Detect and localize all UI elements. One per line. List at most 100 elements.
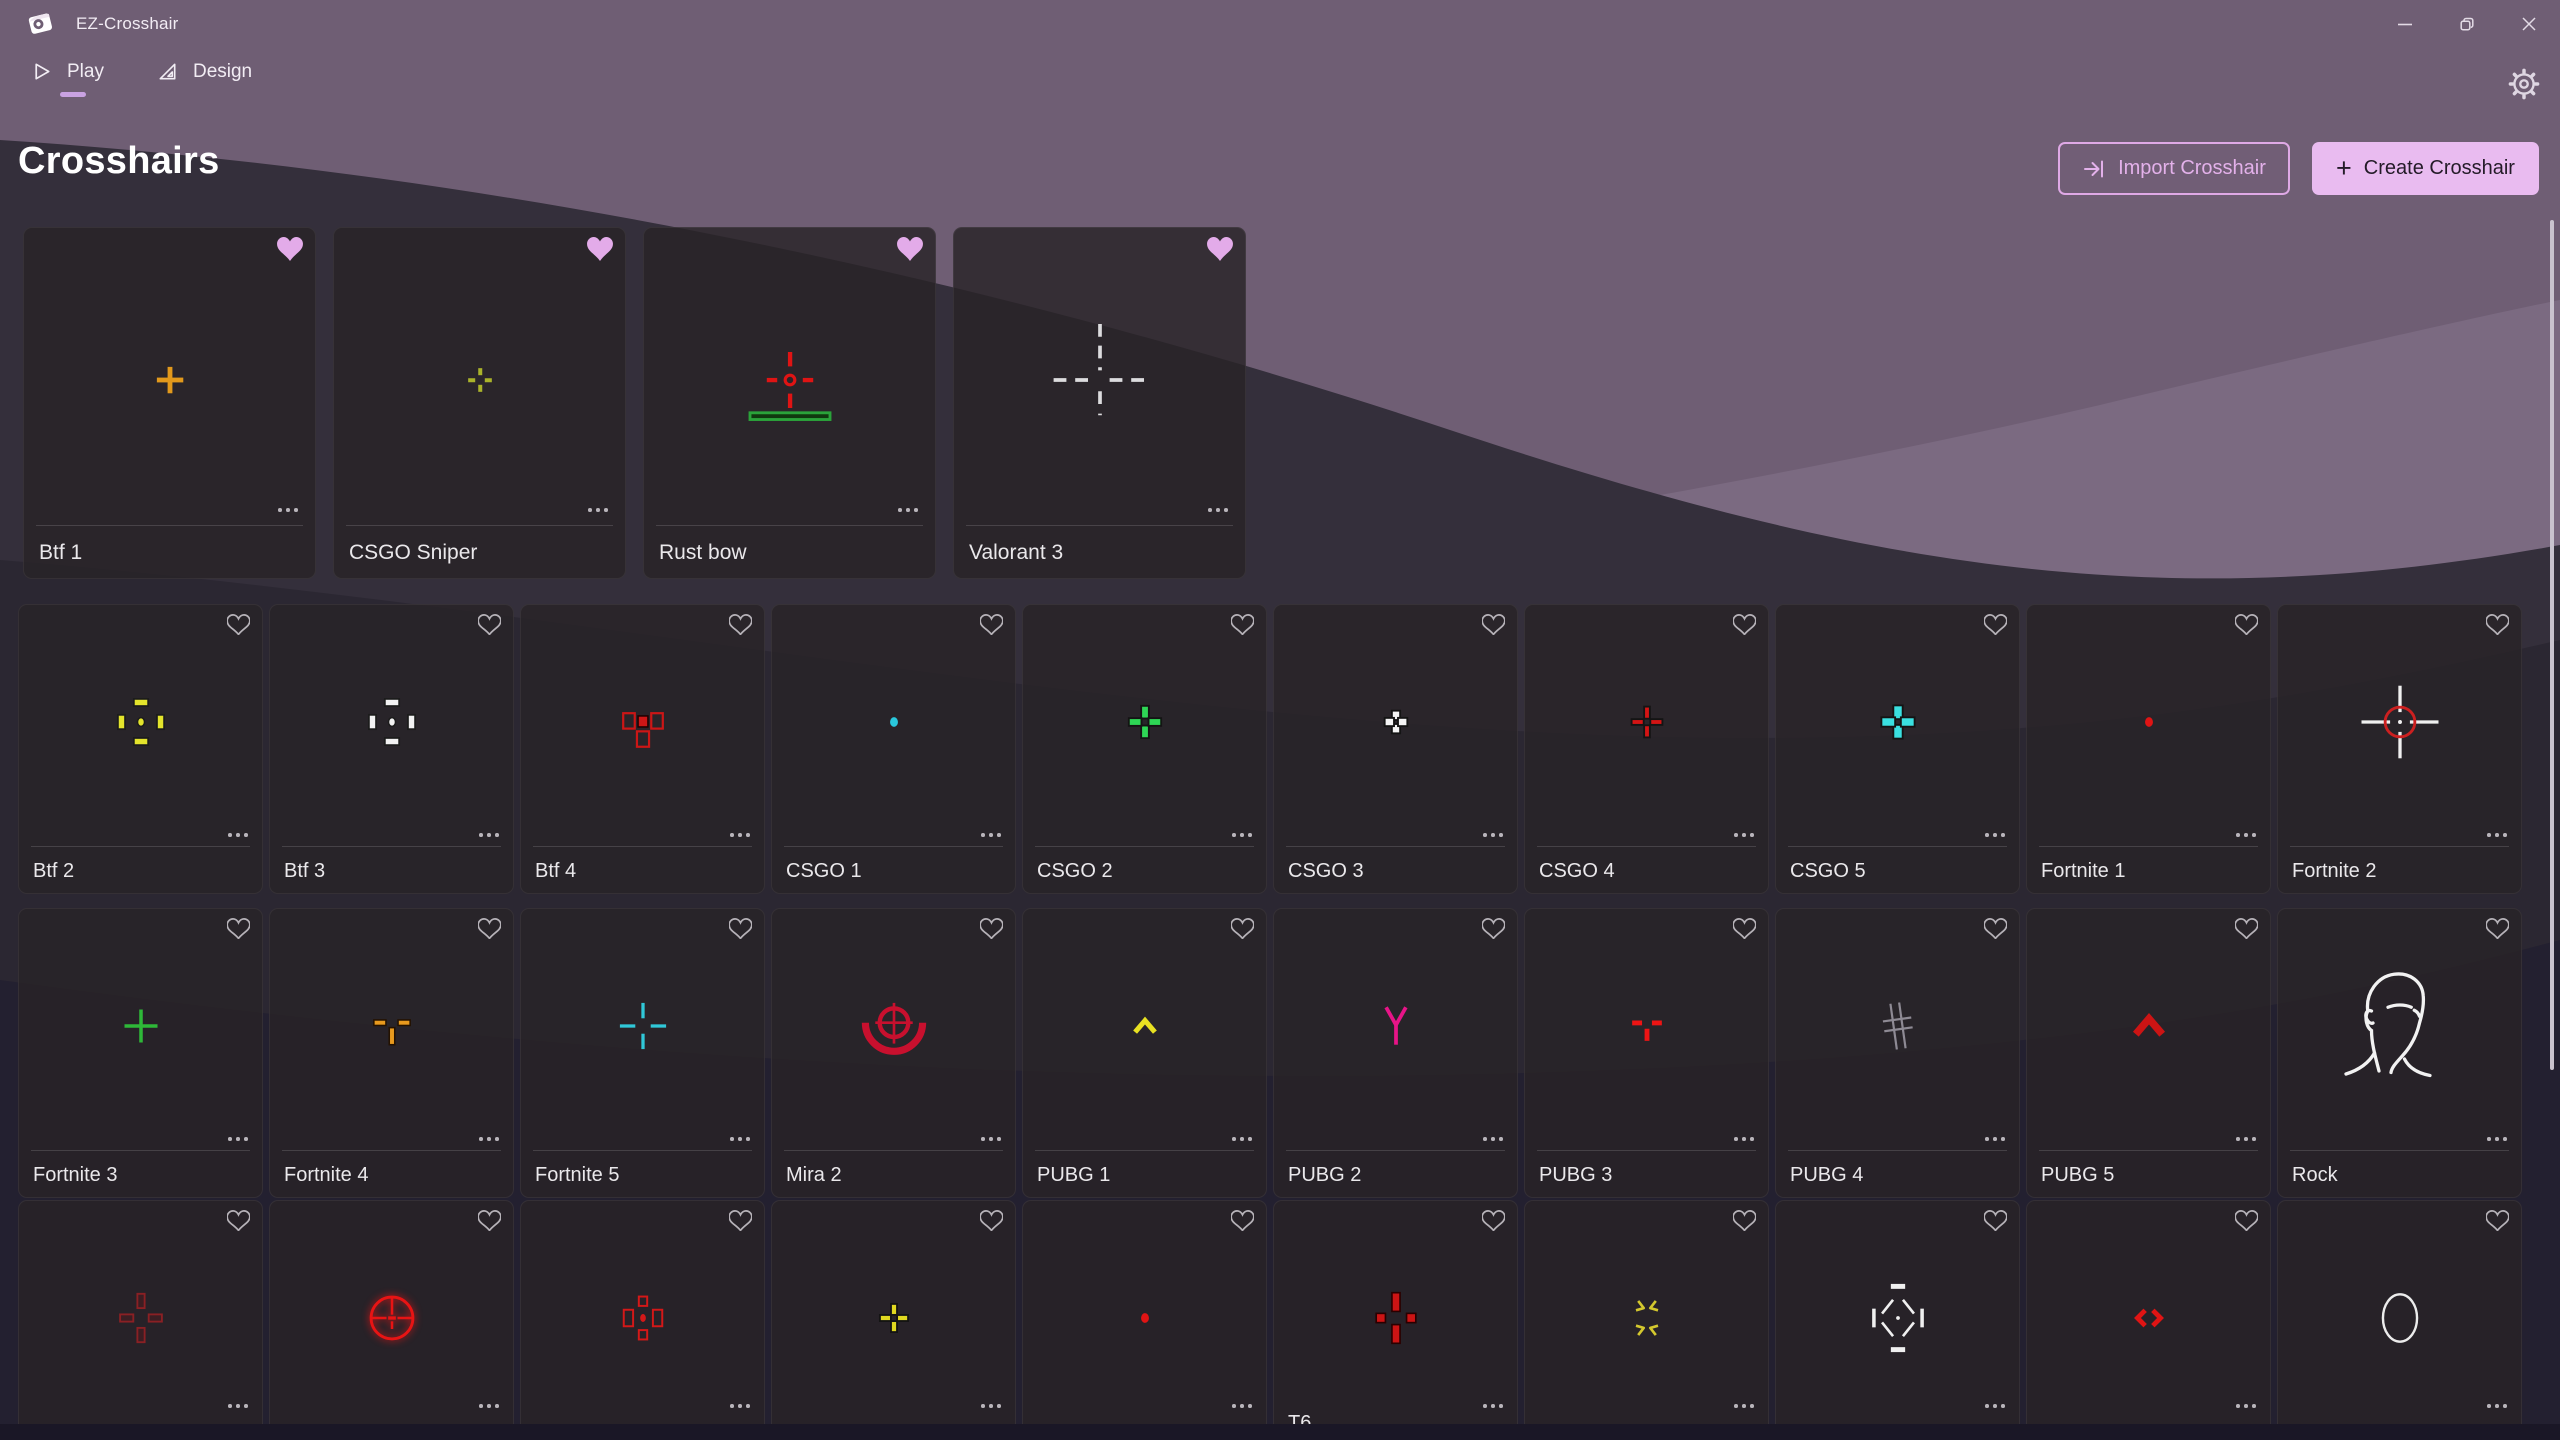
more-options-icon[interactable] <box>981 1137 1001 1141</box>
more-options-icon[interactable] <box>730 1404 750 1408</box>
favorite-heart-outline-icon[interactable] <box>1733 614 1756 640</box>
favorite-heart-outline-icon[interactable] <box>227 918 250 944</box>
more-options-icon[interactable] <box>228 1137 248 1141</box>
favorite-heart-outline-icon[interactable] <box>2235 614 2258 640</box>
crosshair-card[interactable]: Btf 3 <box>269 604 514 894</box>
more-options-icon[interactable] <box>2236 1137 2256 1141</box>
favorite-heart-outline-icon[interactable] <box>1482 1210 1505 1236</box>
crosshair-card[interactable] <box>269 1200 514 1440</box>
crosshair-card[interactable]: Fortnite 2 <box>2277 604 2522 894</box>
favorite-heart-outline-icon[interactable] <box>729 918 752 944</box>
restore-button[interactable] <box>2436 0 2498 48</box>
more-options-icon[interactable] <box>730 833 750 837</box>
favorite-heart-filled-icon[interactable] <box>897 237 923 266</box>
tab-play[interactable]: Play <box>30 60 104 97</box>
crosshair-card[interactable] <box>2277 1200 2522 1440</box>
crosshair-card[interactable] <box>18 1200 263 1440</box>
crosshair-card[interactable] <box>1022 1200 1267 1440</box>
tab-design[interactable]: Design <box>156 60 252 97</box>
crosshair-card[interactable]: PUBG 1 <box>1022 908 1267 1198</box>
more-options-icon[interactable] <box>1208 508 1228 512</box>
more-options-icon[interactable] <box>1734 1137 1754 1141</box>
favorite-heart-outline-icon[interactable] <box>1733 1210 1756 1236</box>
crosshair-card[interactable]: Rock <box>2277 908 2522 1198</box>
favorite-heart-outline-icon[interactable] <box>1231 1210 1254 1236</box>
more-options-icon[interactable] <box>1483 1137 1503 1141</box>
favorite-heart-outline-icon[interactable] <box>729 1210 752 1236</box>
more-options-icon[interactable] <box>1483 833 1503 837</box>
more-options-icon[interactable] <box>2236 1404 2256 1408</box>
settings-gear-icon[interactable] <box>2508 68 2540 105</box>
favorite-heart-outline-icon[interactable] <box>478 614 501 640</box>
crosshair-card[interactable]: PUBG 4 <box>1775 908 2020 1198</box>
favorite-heart-outline-icon[interactable] <box>2486 918 2509 944</box>
more-options-icon[interactable] <box>1232 833 1252 837</box>
crosshair-card[interactable]: Btf 1 <box>23 227 316 579</box>
crosshair-card[interactable]: Fortnite 1 <box>2026 604 2271 894</box>
favorite-heart-outline-icon[interactable] <box>1482 918 1505 944</box>
crosshair-card[interactable]: Valorant 3 <box>953 227 1246 579</box>
more-options-icon[interactable] <box>1734 1404 1754 1408</box>
favorite-heart-outline-icon[interactable] <box>2486 614 2509 640</box>
crosshair-card[interactable]: CSGO 3 <box>1273 604 1518 894</box>
favorite-heart-outline-icon[interactable] <box>1231 614 1254 640</box>
crosshair-card[interactable]: Btf 4 <box>520 604 765 894</box>
minimize-button[interactable] <box>2374 0 2436 48</box>
more-options-icon[interactable] <box>2236 833 2256 837</box>
favorite-heart-outline-icon[interactable] <box>1984 614 2007 640</box>
crosshair-card[interactable]: PUBG 3 <box>1524 908 1769 1198</box>
crosshair-card[interactable]: Btf 2 <box>18 604 263 894</box>
import-crosshair-button[interactable]: Import Crosshair <box>2058 142 2290 195</box>
crosshair-card[interactable]: Fortnite 5 <box>520 908 765 1198</box>
favorite-heart-outline-icon[interactable] <box>1984 918 2007 944</box>
favorite-heart-filled-icon[interactable] <box>1207 237 1233 266</box>
favorite-heart-filled-icon[interactable] <box>277 237 303 266</box>
crosshair-card[interactable]: Mira 2 <box>771 908 1016 1198</box>
more-options-icon[interactable] <box>479 1137 499 1141</box>
more-options-icon[interactable] <box>1985 1137 2005 1141</box>
crosshair-card[interactable] <box>2026 1200 2271 1440</box>
more-options-icon[interactable] <box>730 1137 750 1141</box>
favorite-heart-outline-icon[interactable] <box>1733 918 1756 944</box>
favorite-heart-outline-icon[interactable] <box>1984 1210 2007 1236</box>
favorite-heart-outline-icon[interactable] <box>980 918 1003 944</box>
crosshair-card[interactable] <box>520 1200 765 1440</box>
more-options-icon[interactable] <box>228 833 248 837</box>
crosshair-card[interactable]: CSGO 4 <box>1524 604 1769 894</box>
favorite-heart-outline-icon[interactable] <box>478 918 501 944</box>
favorite-heart-filled-icon[interactable] <box>587 237 613 266</box>
favorite-heart-outline-icon[interactable] <box>478 1210 501 1236</box>
favorite-heart-outline-icon[interactable] <box>729 614 752 640</box>
favorite-heart-outline-icon[interactable] <box>227 614 250 640</box>
crosshair-card[interactable]: Rust bow <box>643 227 936 579</box>
more-options-icon[interactable] <box>1232 1137 1252 1141</box>
more-options-icon[interactable] <box>2487 1137 2507 1141</box>
crosshair-card[interactable]: CSGO 1 <box>771 604 1016 894</box>
create-crosshair-button[interactable]: + Create Crosshair <box>2312 142 2539 195</box>
more-options-icon[interactable] <box>1985 1404 2005 1408</box>
favorite-heart-outline-icon[interactable] <box>980 614 1003 640</box>
favorite-heart-outline-icon[interactable] <box>2235 1210 2258 1236</box>
crosshair-card[interactable]: Fortnite 4 <box>269 908 514 1198</box>
favorite-heart-outline-icon[interactable] <box>980 1210 1003 1236</box>
vertical-scrollbar[interactable] <box>2550 220 2554 1070</box>
crosshair-card[interactable]: PUBG 5 <box>2026 908 2271 1198</box>
more-options-icon[interactable] <box>981 1404 1001 1408</box>
more-options-icon[interactable] <box>588 508 608 512</box>
more-options-icon[interactable] <box>479 1404 499 1408</box>
more-options-icon[interactable] <box>1734 833 1754 837</box>
crosshair-card[interactable] <box>1775 1200 2020 1440</box>
more-options-icon[interactable] <box>1232 1404 1252 1408</box>
more-options-icon[interactable] <box>228 1404 248 1408</box>
more-options-icon[interactable] <box>278 508 298 512</box>
more-options-icon[interactable] <box>479 833 499 837</box>
more-options-icon[interactable] <box>1985 833 2005 837</box>
crosshair-card[interactable]: Fortnite 3 <box>18 908 263 1198</box>
more-options-icon[interactable] <box>981 833 1001 837</box>
favorite-heart-outline-icon[interactable] <box>2486 1210 2509 1236</box>
crosshair-card[interactable]: PUBG 2 <box>1273 908 1518 1198</box>
more-options-icon[interactable] <box>898 508 918 512</box>
more-options-icon[interactable] <box>2487 1404 2507 1408</box>
crosshair-card[interactable] <box>1524 1200 1769 1440</box>
crosshair-card[interactable]: CSGO 2 <box>1022 604 1267 894</box>
